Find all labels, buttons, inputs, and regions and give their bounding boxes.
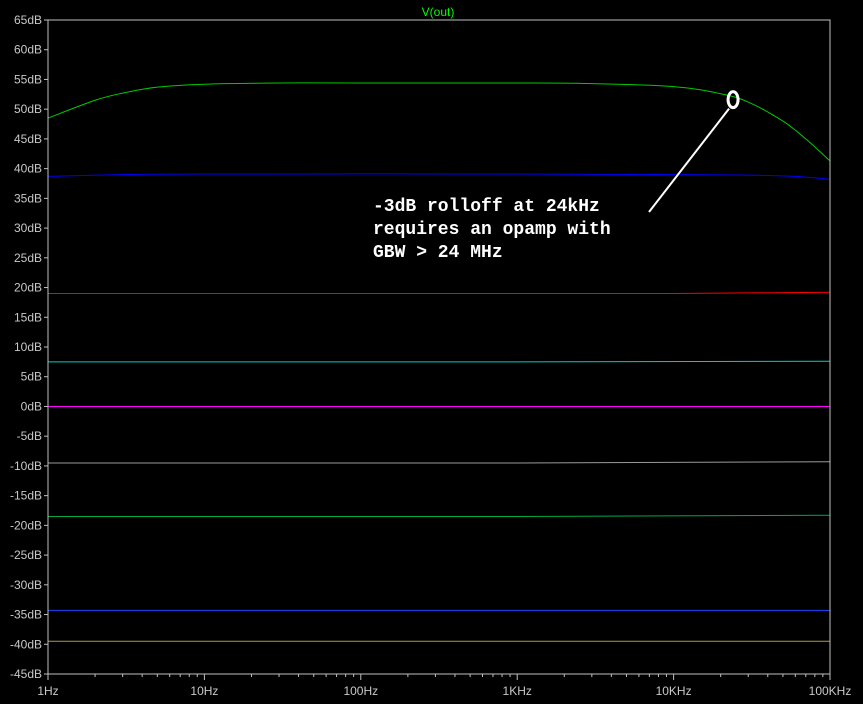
y-tick-label: -15dB — [10, 489, 42, 503]
y-tick-label: 50dB — [14, 102, 42, 116]
y-tick-label: 45dB — [14, 132, 42, 146]
y-tick-label: 20dB — [14, 281, 42, 295]
x-tick-label: 100KHz — [809, 684, 852, 698]
y-tick-label: 40dB — [14, 162, 42, 176]
plot-background — [0, 0, 863, 704]
y-tick-label: 25dB — [14, 251, 42, 265]
annotation-text-line: -3dB rolloff at 24kHz — [373, 197, 600, 217]
y-tick-label: -25dB — [10, 548, 42, 562]
y-tick-label: -30dB — [10, 578, 42, 592]
y-tick-label: -20dB — [10, 518, 42, 532]
y-tick-label: -45dB — [10, 667, 42, 681]
x-tick-label: 1Hz — [37, 684, 58, 698]
y-tick-label: 55dB — [14, 72, 42, 86]
annotation-text-line: GBW > 24 MHz — [373, 243, 503, 263]
x-tick-label: 10Hz — [190, 684, 218, 698]
annotation-text-line: requires an opamp with — [373, 220, 611, 240]
y-tick-label: 65dB — [14, 13, 42, 27]
y-tick-label: 0dB — [21, 399, 42, 413]
x-tick-label: 100Hz — [343, 684, 378, 698]
bode-plot: V(out) 65dB 60dB 55dB 50dB 45dB 40dB 35dB 30dB 2… — [0, 0, 863, 704]
y-tick-label: -5dB — [17, 429, 42, 443]
y-tick-label: -35dB — [10, 608, 42, 622]
y-tick-label: -10dB — [10, 459, 42, 473]
y-tick-label: 10dB — [14, 340, 42, 354]
chart-title: V(out) — [422, 5, 455, 19]
y-tick-label: 35dB — [14, 191, 42, 205]
y-tick-label: 60dB — [14, 43, 42, 57]
y-tick-label: -40dB — [10, 637, 42, 651]
x-tick-label: 10KHz — [656, 684, 692, 698]
y-tick-label: 15dB — [14, 310, 42, 324]
x-tick-label: 1KHz — [503, 684, 532, 698]
y-tick-label: 30dB — [14, 221, 42, 235]
y-tick-label: 5dB — [21, 370, 42, 384]
